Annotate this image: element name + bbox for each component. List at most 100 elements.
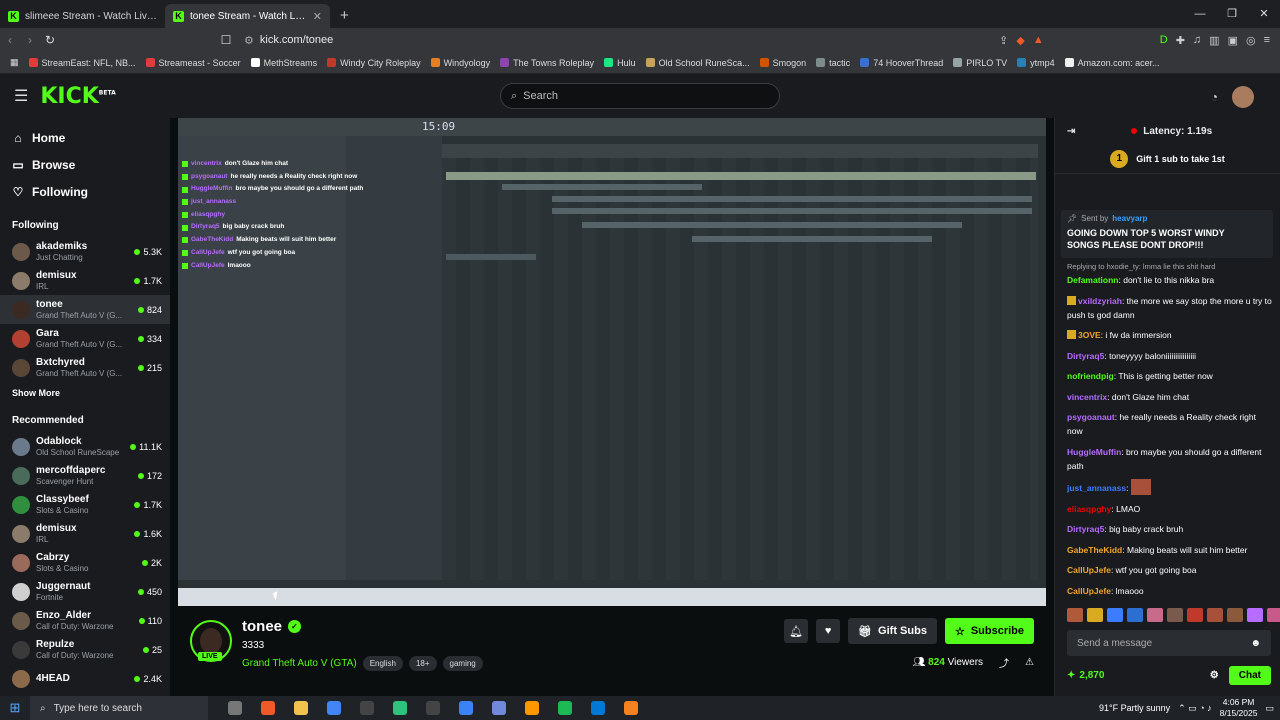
chat-username[interactable]: CallUpJefe xyxy=(1067,586,1111,596)
follow-heart-button[interactable]: ♥ xyxy=(816,619,841,643)
weather-widget[interactable]: 91°F Partly sunny xyxy=(1099,703,1170,713)
chat-username[interactable]: GabeTheKidd xyxy=(1067,545,1122,555)
hamburger-menu-icon[interactable]: ☰ xyxy=(14,86,28,106)
taskbar-app-icon[interactable] xyxy=(515,696,548,720)
chat-username[interactable]: vxildzyriah xyxy=(1078,296,1122,306)
reload-icon[interactable]: ↻ xyxy=(40,33,60,47)
channel-item[interactable]: Cabrzy Slots & Casino 2K xyxy=(0,548,170,577)
site-info-icon[interactable]: ⚙ xyxy=(244,34,254,47)
chat-username[interactable]: vincentrix xyxy=(1067,392,1107,402)
channel-item[interactable]: mercoffdaperc Scavenger Hunt 172 xyxy=(0,461,170,490)
taskbar-app-icon[interactable] xyxy=(383,696,416,720)
channel-item[interactable]: demisux IRL 1.6K xyxy=(0,519,170,548)
channel-item[interactable]: Odablock Old School RuneScape 11.1K xyxy=(0,432,170,461)
emote-icon[interactable] xyxy=(1227,608,1243,622)
minimize-icon[interactable]: — xyxy=(1184,0,1216,28)
vpn-icon[interactable]: ◎ xyxy=(1246,34,1256,47)
emoji-picker-icon[interactable]: ☻ xyxy=(1250,638,1261,649)
chat-username[interactable]: CallUpJefe xyxy=(1067,565,1111,575)
chat-username[interactable]: just_annanass xyxy=(1067,483,1126,493)
new-tab-button[interactable]: + xyxy=(330,4,359,28)
taskbar-app-icon[interactable] xyxy=(482,696,515,720)
emote-icon[interactable] xyxy=(1107,608,1123,622)
close-window-icon[interactable]: ✕ xyxy=(1248,0,1280,28)
emote-icon[interactable] xyxy=(1067,608,1083,622)
emote-icon[interactable] xyxy=(1187,608,1203,622)
emote-icon[interactable] xyxy=(1247,608,1263,622)
bookmark-item[interactable]: Amazon.com: acer... xyxy=(1064,58,1160,68)
sidebar-nav-home[interactable]: ⌂ Home xyxy=(0,124,170,151)
streamer-name[interactable]: tonee xyxy=(242,618,282,635)
apps-grid-icon[interactable]: ▦ xyxy=(10,57,19,68)
bookmark-item[interactable]: StreamEast: NFL, NB... xyxy=(28,58,136,68)
browser-tab[interactable]: K slimeee Stream - Watch Live on Kick xyxy=(0,4,165,28)
bookmark-item[interactable]: MethStreams xyxy=(250,58,317,68)
extension-icon[interactable]: D xyxy=(1160,34,1168,47)
user-avatar[interactable] xyxy=(1232,86,1254,108)
sidebar-toggle-icon[interactable]: ▥ xyxy=(1209,34,1219,47)
taskbar-app-icon[interactable] xyxy=(548,696,581,720)
emote-icon[interactable] xyxy=(1087,608,1103,622)
chat-username[interactable]: psygoanaut xyxy=(1067,412,1115,422)
tray-icons[interactable]: ⌃ ▭ ◔ ♪ xyxy=(1178,703,1211,714)
emote-icon[interactable] xyxy=(1147,608,1163,622)
stream-tag[interactable]: 18+ xyxy=(408,656,437,671)
taskbar-app-icon[interactable] xyxy=(284,696,317,720)
channel-points[interactable]: ✦ 2,870 xyxy=(1067,670,1104,681)
gift-leaderboard-banner[interactable]: 1 Gift 1 sub to take 1st xyxy=(1055,144,1280,174)
bookmark-item[interactable]: The Towns Roleplay xyxy=(500,58,594,68)
media-icon[interactable]: ♫ xyxy=(1193,34,1201,47)
forward-icon[interactable]: › xyxy=(20,33,40,47)
browser-tab-active[interactable]: K tonee Stream - Watch Live on Kick ✕ xyxy=(165,4,330,28)
notification-center-icon[interactable]: ▭ xyxy=(1265,703,1274,714)
channel-item[interactable]: Enzo_Alder Call of Duty: Warzone 110 xyxy=(0,606,170,635)
collapse-chat-icon[interactable]: ⇥ xyxy=(1067,126,1075,137)
bookmark-item[interactable]: Streameast - Soccer xyxy=(145,58,241,68)
chat-username[interactable]: Dirtyraq5 xyxy=(1067,524,1104,534)
puzzle-icon[interactable]: ✚ xyxy=(1176,34,1185,47)
channel-item[interactable]: Repulze Call of Duty: Warzone 25 xyxy=(0,635,170,664)
taskbar-app-icon[interactable] xyxy=(218,696,251,720)
chat-input[interactable]: Send a message ☻ xyxy=(1067,630,1271,656)
bookmark-item[interactable]: 74 HooverThread xyxy=(860,58,943,68)
kick-logo[interactable]: KICKBETA xyxy=(40,84,115,109)
menu-icon[interactable]: ≡ xyxy=(1264,34,1270,47)
subscribe-button[interactable]: ☆ Subscribe xyxy=(944,618,1034,644)
back-icon[interactable]: ‹ xyxy=(0,33,20,47)
chat-username[interactable]: Dirtyraq5 xyxy=(1067,351,1104,361)
taskbar-app-icon[interactable] xyxy=(251,696,284,720)
taskbar-app-icon[interactable] xyxy=(581,696,614,720)
show-more-button[interactable]: Show More xyxy=(0,382,170,404)
emote-icon[interactable] xyxy=(1267,608,1280,622)
gift-subs-button[interactable]: 🎁︎ Gift Subs xyxy=(848,618,937,644)
bookmark-item[interactable]: ytmp4 xyxy=(1017,58,1055,68)
url-field[interactable]: ⚙ kick.com/tonee xyxy=(244,30,964,50)
chat-username[interactable]: Defamationn xyxy=(1067,275,1118,285)
share-stream-icon[interactable]: ⤴ xyxy=(999,655,1009,670)
send-chat-button[interactable]: Chat xyxy=(1228,665,1271,685)
windows-start-icon[interactable]: ⊞ xyxy=(0,700,30,716)
search-input[interactable]: ⌕ Search xyxy=(500,83,780,109)
channel-item[interactable]: Gara Grand Theft Auto V (G... 334 xyxy=(0,324,170,353)
channel-item[interactable]: Bxtchyred Grand Theft Auto V (G... 215 xyxy=(0,353,170,382)
wallet-icon[interactable]: ▣ xyxy=(1228,34,1238,47)
bookmark-item[interactable]: Windy City Roleplay xyxy=(327,58,421,68)
bookmark-item[interactable]: PIRLO TV xyxy=(953,58,1007,68)
chat-settings-icon[interactable]: ⚙ xyxy=(1210,670,1219,681)
notification-bell-button[interactable]: 🔔︎ xyxy=(784,619,809,643)
share-icon[interactable]: ⇪ xyxy=(999,34,1008,47)
taskbar-search[interactable]: ⌕ Type here to search xyxy=(30,696,208,720)
taskbar-app-icon[interactable] xyxy=(416,696,449,720)
stream-tag[interactable]: English xyxy=(362,656,403,671)
report-warning-icon[interactable]: ⚠ xyxy=(1025,657,1034,668)
bookmark-item[interactable]: Old School RuneSca... xyxy=(645,58,750,68)
channel-item[interactable]: Juggernaut Fortnite 450 xyxy=(0,577,170,606)
channel-item[interactable]: akademiks Just Chatting 5.3K xyxy=(0,237,170,266)
taskbar-clock[interactable]: 4:06 PM 8/15/2025 xyxy=(1220,697,1258,719)
video-player[interactable]: 15:09 vincentrix don't Glaze him chat psyg… xyxy=(178,118,1046,606)
bookmark-item[interactable]: Hulu xyxy=(604,58,636,68)
sidebar-nav-browse[interactable]: ▭ Browse xyxy=(0,151,170,178)
taskbar-app-icon[interactable] xyxy=(449,696,482,720)
chat-username[interactable]: eliasqpghy xyxy=(1067,504,1111,514)
channel-item[interactable]: tonee Grand Theft Auto V (G... 824 xyxy=(0,295,170,324)
